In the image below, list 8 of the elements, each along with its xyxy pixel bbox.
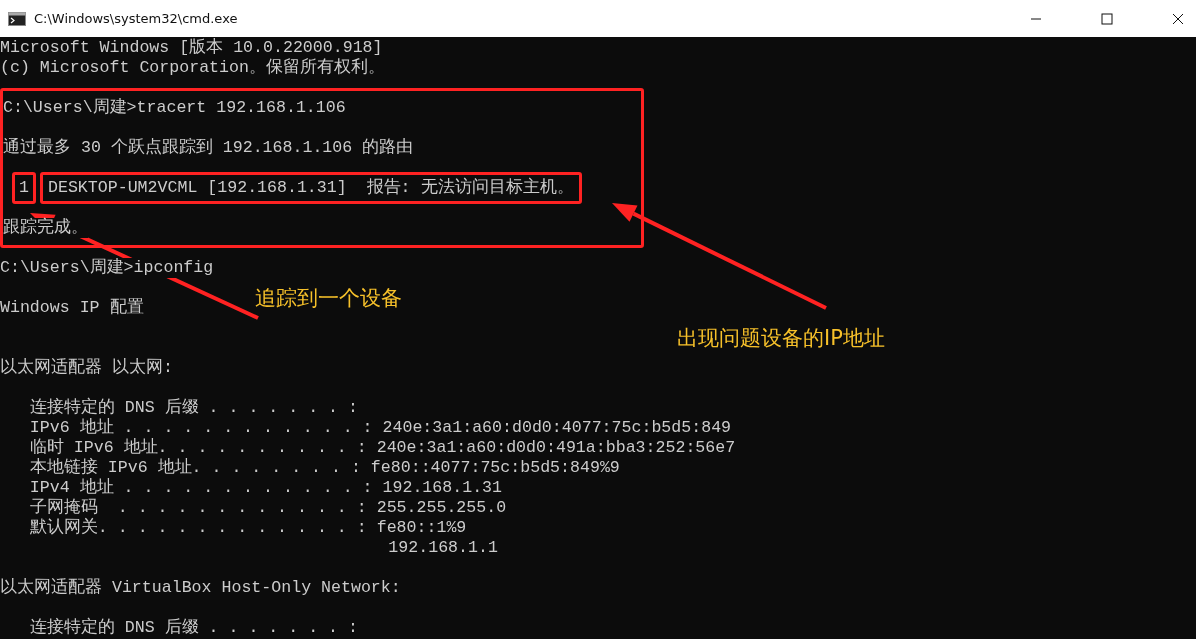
maximize-icon[interactable] [1101,12,1113,25]
close-icon[interactable] [1172,12,1184,25]
console-icon [8,11,26,26]
window-title: C:\Windows\system32\cmd.exe [34,11,238,26]
hop-result: DESKTOP-UM2VCML [192.168.1.31] 报告: 无法访问目标主机。 [39,172,582,204]
hop-number: 1 [12,172,36,204]
annotation-label: 出现问题设备的IP地址 [677,325,885,352]
annotation-label: 追踪到一个设备 [255,285,402,312]
